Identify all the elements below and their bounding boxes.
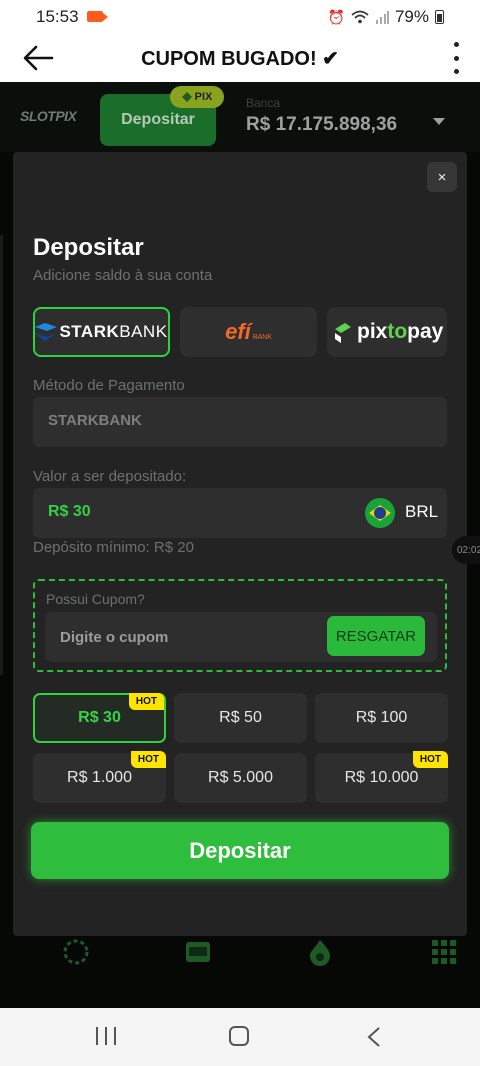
battery-percent: 79% [394,7,429,26]
pix-badge: PIX [170,86,224,108]
dot-icon [453,42,459,47]
provider-efi[interactable]: efí BANK [180,307,317,357]
amount-input[interactable]: R$ 30 BRL [33,488,447,538]
home-button[interactable] [229,1026,249,1046]
system-nav-bar [0,1008,480,1066]
amount-option[interactable]: R$ 30 HOT [33,693,166,743]
provider-starkbank[interactable]: STARKBANK [33,307,170,357]
screen: 15:53 ⏰ 79% CUPOM BUGADO! ✔ SLOTPIX Depo… [0,0,480,1066]
bar-icon [96,1027,98,1045]
amount-option[interactable]: R$ 1.000 HOT [33,751,166,803]
amount-label: Valor a ser depositado: [33,468,187,485]
screen-record-icon [87,11,108,22]
spinner-icon[interactable] [62,938,90,966]
pix-icon [181,92,192,102]
app-bar: CUPOM BUGADO! ✔ [0,36,480,82]
amount-option-label: R$ 30 [78,709,121,726]
brazil-flag-icon [365,498,395,528]
status-right: ⏰ 79% [328,7,444,27]
amount-option-label: R$ 1.000 [67,769,132,786]
grid-icon[interactable] [430,938,458,966]
method-label: Método de Pagamento [33,377,185,394]
more-options-button[interactable] [450,42,462,74]
wifi-icon [351,10,369,24]
hot-badge: HOT [128,693,164,710]
pix-badge-label: PIX [194,91,213,103]
chevron-down-icon[interactable] [433,118,445,125]
modal-subtitle: Adicione saldo à sua conta [33,267,213,284]
provider-pixtopay[interactable]: pixtopay [327,307,447,357]
amount-option-label: R$ 10.000 [344,769,419,786]
dot-icon [453,55,459,61]
battery-icon [435,10,444,24]
nav-back-button[interactable] [366,1027,382,1047]
provider-starkbank-label: STARKBANK [59,322,168,341]
bottom-nav [0,930,480,1008]
bar-icon [105,1027,107,1045]
amount-option[interactable]: R$ 100 [315,693,448,743]
currency-label: BRL [405,502,439,521]
fire-icon[interactable] [306,938,334,966]
status-time: 15:53 [36,7,79,26]
bar-icon [114,1027,116,1045]
hot-badge: HOT [412,751,448,768]
modal-title: Depositar [33,234,144,261]
dot-icon [453,69,459,74]
starkbank-logo-icon [35,323,58,341]
balance-value: R$ 17.175.898,36 [246,114,398,135]
amount-option-label: R$ 5.000 [208,769,273,786]
amount-option[interactable]: R$ 50 [174,693,307,743]
deposit-button[interactable]: Depositar [31,822,449,879]
amount-option-label: R$ 50 [219,709,262,726]
method-field[interactable]: STARKBANK [33,397,447,447]
page-title: CUPOM BUGADO! ✔ [141,48,339,70]
floating-timer[interactable]: 02:02 [452,536,480,564]
signal-icon [375,11,389,24]
close-button[interactable]: × [427,162,457,192]
amount-option[interactable]: R$ 10.000 HOT [315,751,448,803]
method-value: STARKBANK [48,412,142,429]
status-bar: 15:53 ⏰ 79% [0,0,480,36]
redeem-coupon-button[interactable]: RESGATAR [327,616,425,656]
minimum-deposit-text: Depósito mínimo: R$ 20 [33,539,194,556]
slots-icon[interactable] [184,938,212,966]
balance-label: Banca [246,96,281,110]
amount-option-label: R$ 100 [355,709,408,726]
coupon-section: Possui Cupom? RESGATAR [33,579,447,672]
amount-option[interactable]: R$ 5.000 [174,753,307,803]
side-divider [0,235,3,675]
alarm-icon: ⏰ [327,8,345,25]
provider-efi-suffix: BANK [252,333,272,341]
logo: SLOTPIX [20,108,77,124]
recent-apps-button[interactable] [96,1027,116,1045]
provider-pixtopay-label: pixtopay [357,320,444,343]
coupon-label: Possui Cupom? [46,591,145,607]
provider-efi-label: efí [225,319,251,344]
pixtopay-logo-icon [335,323,351,343]
amount-value: R$ 30 [48,503,91,520]
casino-header: SLOTPIX Depositar PIX Banca R$ 17.175.89… [0,82,480,152]
hot-badge: HOT [130,751,166,768]
